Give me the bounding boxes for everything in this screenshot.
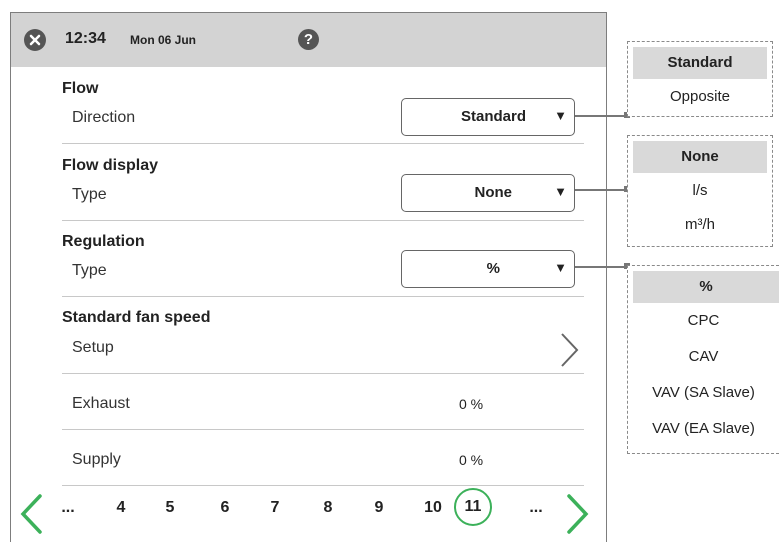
clock-date: Mon 06 Jun <box>130 33 197 47</box>
pager-page[interactable]: 5 <box>155 499 185 517</box>
clock-time: 12:34 <box>65 30 106 47</box>
setup-label[interactable]: Setup <box>72 339 114 357</box>
flow-display-select[interactable]: None ▼ <box>401 174 575 212</box>
divider <box>62 143 584 144</box>
pager-page[interactable]: 8 <box>313 499 343 517</box>
legend-option: m³/h <box>685 216 715 233</box>
regulation-type-label: Type <box>72 262 107 279</box>
legend-option: CPC <box>687 312 720 329</box>
supply-value[interactable]: 0 % <box>459 452 483 468</box>
legend-header: None <box>633 141 767 173</box>
section-title-flow-display: Flow display <box>62 157 159 174</box>
help-icon[interactable]: ? <box>298 29 319 50</box>
pager-page[interactable]: 7 <box>260 499 290 517</box>
connector-line <box>575 266 627 268</box>
divider <box>62 485 584 486</box>
regulation-options-legend: % CPC CAV VAV (SA Slave) VAV (EA Slave) <box>627 265 779 454</box>
pager-page[interactable]: 6 <box>210 499 240 517</box>
flow-display-value: None <box>474 184 513 201</box>
legend-option: VAV (EA Slave) <box>652 420 755 437</box>
connector-line <box>575 115 627 117</box>
pager-page[interactable]: 9 <box>364 499 394 517</box>
connector-line <box>575 189 627 191</box>
section-title-flow: Flow <box>62 80 99 97</box>
direction-select[interactable]: Standard ▼ <box>401 98 575 136</box>
pager-page[interactable]: 4 <box>106 499 136 517</box>
section-title-regulation: Regulation <box>62 233 145 250</box>
status-bar: 12:34 Mon 06 Jun ? <box>11 13 606 67</box>
divider <box>62 220 584 221</box>
legend-header: % <box>633 271 779 303</box>
chevron-right-icon[interactable] <box>559 331 581 369</box>
legend-option: l/s <box>692 182 708 199</box>
chevron-left-icon[interactable] <box>18 493 44 535</box>
pager-ellipsis[interactable]: ... <box>53 499 83 517</box>
flow-display-type-label: Type <box>72 186 107 203</box>
pager-current-page[interactable]: 11 <box>454 488 492 526</box>
device-screen: 12:34 Mon 06 Jun ? Flow Direction Standa… <box>10 12 607 542</box>
divider <box>62 296 584 297</box>
direction-value: Standard <box>460 108 526 125</box>
pager-page[interactable]: 10 <box>418 499 448 517</box>
pager-ellipsis[interactable]: ... <box>521 499 551 517</box>
supply-label: Supply <box>72 451 121 468</box>
divider <box>62 429 584 430</box>
legend-header: Standard <box>633 47 767 79</box>
divider <box>62 373 584 374</box>
chevron-right-icon[interactable] <box>565 493 591 535</box>
dropdown-arrow-icon: ▼ <box>554 184 567 199</box>
exhaust-label: Exhaust <box>72 395 130 412</box>
close-icon[interactable] <box>24 29 46 51</box>
direction-label: Direction <box>72 109 136 126</box>
dropdown-arrow-icon: ▼ <box>554 108 567 123</box>
regulation-value: % <box>486 260 500 277</box>
legend-option: VAV (SA Slave) <box>652 384 755 401</box>
regulation-select[interactable]: % ▼ <box>401 250 575 288</box>
direction-options-legend: Standard Opposite <box>627 41 773 117</box>
legend-option: Opposite <box>669 88 731 105</box>
section-title-fan-speed: Standard fan speed <box>62 309 211 326</box>
flow-display-options-legend: None l/s m³/h <box>627 135 773 247</box>
legend-option: CAV <box>688 348 719 365</box>
exhaust-value[interactable]: 0 % <box>459 396 483 412</box>
dropdown-arrow-icon: ▼ <box>554 260 567 275</box>
